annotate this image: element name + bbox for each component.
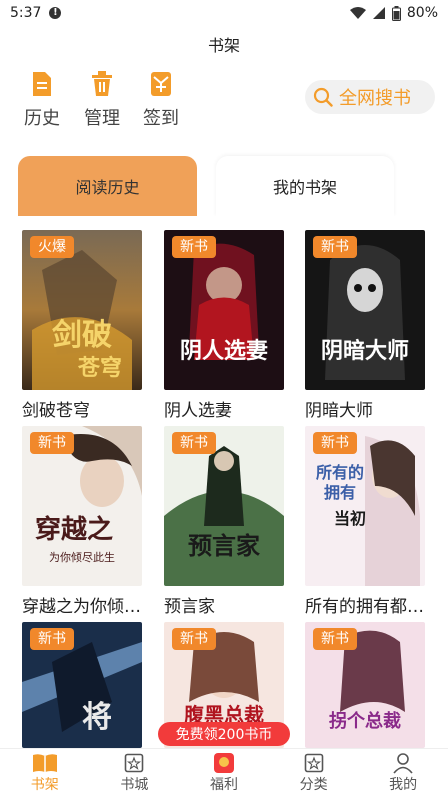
- checkin-button[interactable]: 签到: [131, 68, 191, 130]
- book-title: 阴人选妻: [164, 401, 232, 421]
- book-title: 所有的拥有都…: [305, 597, 424, 617]
- book-card[interactable]: 穿越之 为你倾尽此生 新书 穿越之为你倾…: [22, 426, 142, 617]
- svg-text:为你倾尽此生: 为你倾尽此生: [49, 550, 115, 564]
- nav-welfare-label: 福利: [209, 777, 238, 793]
- book-cover: 所有的 拥有 当初 新书: [305, 426, 425, 586]
- svg-text:剑破: 剑破: [52, 318, 112, 353]
- book-title: 阴暗大师: [305, 401, 373, 421]
- book-card[interactable]: 阴人选妻 新书 阴人选妻: [164, 230, 284, 421]
- book-card[interactable]: 拐个总裁 新书: [305, 622, 425, 748]
- trash-icon: [82, 68, 122, 100]
- tab-my-bookshelf-label: 我的书架: [272, 178, 337, 197]
- nav-bookstore[interactable]: 书城: [90, 749, 180, 797]
- search-icon: [313, 87, 333, 107]
- search-button[interactable]: 全网搜书: [305, 80, 435, 114]
- history-button[interactable]: 历史: [12, 68, 72, 130]
- book-cover: 剑破 苍穹 火爆: [22, 230, 142, 390]
- bookstore-icon: [121, 752, 147, 774]
- nav-bookshelf[interactable]: 书架: [0, 749, 90, 797]
- svg-text:苍穹: 苍穹: [77, 355, 122, 381]
- search-label: 全网搜书: [339, 88, 411, 109]
- signal-icon: [372, 7, 385, 19]
- history-label: 历史: [24, 108, 60, 129]
- tab-reading-history[interactable]: 阅读历史: [18, 156, 197, 216]
- book-cover: 将 新书: [22, 622, 142, 748]
- new-badge: 新书: [313, 236, 357, 258]
- svg-text:穿越之: 穿越之: [35, 514, 113, 545]
- new-badge: 新书: [172, 628, 216, 650]
- book-card[interactable]: 所有的 拥有 当初 新书 所有的拥有都…: [305, 426, 425, 617]
- new-badge: 新书: [313, 432, 357, 454]
- book-card[interactable]: 剑破 苍穹 火爆 剑破苍穹: [22, 230, 142, 421]
- battery-icon: [391, 5, 401, 21]
- nav-bookstore-label: 书城: [120, 777, 149, 793]
- book-cover: 阴人选妻 新书: [164, 230, 284, 390]
- checkin-icon: [141, 68, 181, 100]
- gift-icon: [211, 752, 237, 774]
- svg-text:拥有: 拥有: [324, 483, 356, 502]
- nav-category[interactable]: 分类: [269, 749, 359, 797]
- svg-text:当初: 当初: [334, 509, 366, 528]
- new-badge: 新书: [172, 432, 216, 454]
- book-title: 预言家: [164, 597, 215, 617]
- book-title: 穿越之为你倾…: [22, 597, 141, 617]
- category-icon: [301, 752, 327, 774]
- nav-profile-label: 我的: [389, 777, 418, 793]
- wifi-icon: [349, 7, 366, 19]
- book-cover: 预言家 新书: [164, 426, 284, 586]
- nav-category-label: 分类: [299, 777, 328, 793]
- book-title: 剑破苍穹: [22, 401, 90, 421]
- book-card[interactable]: 预言家 新书 预言家: [164, 426, 284, 617]
- page-title: 书架: [207, 36, 240, 55]
- promo-label: 免费领200书币: [175, 727, 273, 743]
- book-cover: 拐个总裁 新书: [305, 622, 425, 748]
- tab-my-bookshelf[interactable]: 我的书架: [216, 156, 394, 216]
- svg-text:拐个总裁: 拐个总裁: [329, 710, 401, 732]
- book-card[interactable]: 将 新书: [22, 622, 142, 748]
- alert-icon: !: [49, 7, 62, 19]
- new-badge: 新书: [30, 628, 74, 650]
- history-doc-icon: [22, 68, 62, 100]
- svg-text:阴人选妻: 阴人选妻: [180, 338, 268, 364]
- svg-text:所有的: 所有的: [316, 463, 364, 482]
- battery-level: 80%: [406, 5, 438, 21]
- nav-welfare[interactable]: 福利: [179, 749, 269, 797]
- book-card[interactable]: 阴暗大师 新书 阴暗大师: [305, 230, 425, 421]
- profile-icon: [390, 752, 416, 774]
- book-cover: 穿越之 为你倾尽此生 新书: [22, 426, 142, 586]
- hot-badge: 火爆: [30, 236, 74, 258]
- new-badge: 新书: [30, 432, 74, 454]
- svg-text:将: 将: [82, 700, 112, 735]
- book-cover: 阴暗大师 新书: [305, 230, 425, 390]
- checkin-label: 签到: [143, 108, 179, 129]
- bottom-nav: 书架 书城 福利 分类 我的: [0, 748, 448, 797]
- status-bar: 5:37 ! 80%: [0, 0, 448, 26]
- promo-coins-button[interactable]: 免费领200书币: [158, 722, 290, 746]
- svg-text:预言家: 预言家: [188, 531, 260, 560]
- new-badge: 新书: [313, 628, 357, 650]
- clock: 5:37: [10, 5, 42, 21]
- nav-bookshelf-label: 书架: [30, 777, 59, 793]
- bookshelf-icon: [32, 752, 58, 774]
- nav-profile[interactable]: 我的: [358, 749, 448, 797]
- tab-reading-history-label: 阅读历史: [75, 178, 140, 197]
- manage-label: 管理: [84, 108, 120, 129]
- new-badge: 新书: [172, 236, 216, 258]
- svg-text:阴暗大师: 阴暗大师: [321, 338, 409, 364]
- manage-button[interactable]: 管理: [72, 68, 132, 130]
